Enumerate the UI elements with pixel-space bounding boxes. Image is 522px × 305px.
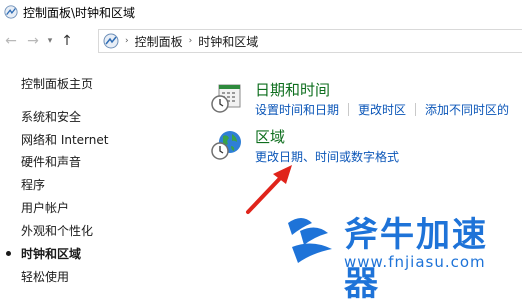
breadcrumb-control-panel[interactable]: 控制面板 bbox=[135, 33, 183, 50]
watermark-logo-icon bbox=[288, 218, 332, 263]
arrow-left-icon[interactable]: ← bbox=[0, 30, 22, 52]
current-item-bullet bbox=[6, 251, 11, 256]
watermark: 斧牛加速器 www.fnjiasu.com bbox=[282, 205, 522, 304]
sidebar-item-network[interactable]: 网络和 Internet bbox=[21, 131, 108, 148]
breadcrumb-separator[interactable]: › bbox=[189, 36, 193, 46]
link-add-clocks[interactable]: 添加不同时区的 bbox=[425, 101, 509, 118]
sidebar-item-hardware-sound[interactable]: 硬件和声音 bbox=[21, 153, 81, 170]
sidebar-item-appearance[interactable]: 外观和个性化 bbox=[21, 222, 93, 239]
window-title: 控制面板\时钟和区域 bbox=[23, 5, 136, 20]
date-time-links: 设置时间和日期 更改时区 添加不同时区的 bbox=[255, 101, 509, 118]
section-title-date-time[interactable]: 日期和时间 bbox=[255, 79, 330, 100]
calendar-clock-icon[interactable] bbox=[210, 82, 242, 114]
arrow-up-icon[interactable]: ↑ bbox=[56, 30, 78, 52]
link-change-time-zone[interactable]: 更改时区 bbox=[358, 101, 406, 118]
breadcrumb-separator[interactable]: › bbox=[125, 36, 129, 46]
navigation-bar: ← → ▾ ↑ › 控制面板 › 时钟和区域 bbox=[0, 27, 522, 55]
address-bar[interactable]: › 控制面板 › 时钟和区域 bbox=[98, 29, 522, 53]
link-set-date-time[interactable]: 设置时间和日期 bbox=[255, 101, 339, 118]
sidebar-item-user-accounts[interactable]: 用户帐户 bbox=[21, 199, 69, 216]
sidebar-item-clock-region[interactable]: 时钟和区域 bbox=[21, 245, 81, 262]
title-bar: 控制面板\时钟和区域 bbox=[0, 0, 522, 24]
sidebar-item-ease-of-access[interactable]: 轻松使用 bbox=[21, 268, 69, 285]
sidebar-item-programs[interactable]: 程序 bbox=[21, 176, 45, 193]
link-divider bbox=[415, 103, 417, 116]
link-divider bbox=[348, 103, 350, 116]
arrow-right-icon[interactable]: → bbox=[22, 30, 44, 52]
control-panel-icon bbox=[4, 5, 18, 19]
watermark-url: www.fnjiasu.com bbox=[344, 253, 486, 271]
breadcrumb-clock-region[interactable]: 时钟和区域 bbox=[198, 33, 258, 50]
control-panel-icon bbox=[103, 33, 119, 49]
sidebar-item-system-security[interactable]: 系统和安全 bbox=[21, 108, 81, 125]
chevron-down-icon[interactable]: ▾ bbox=[44, 30, 56, 52]
globe-clock-icon[interactable] bbox=[210, 129, 242, 161]
sidebar-item-home[interactable]: 控制面板主页 bbox=[21, 75, 93, 92]
section-title-region[interactable]: 区域 bbox=[255, 126, 285, 147]
